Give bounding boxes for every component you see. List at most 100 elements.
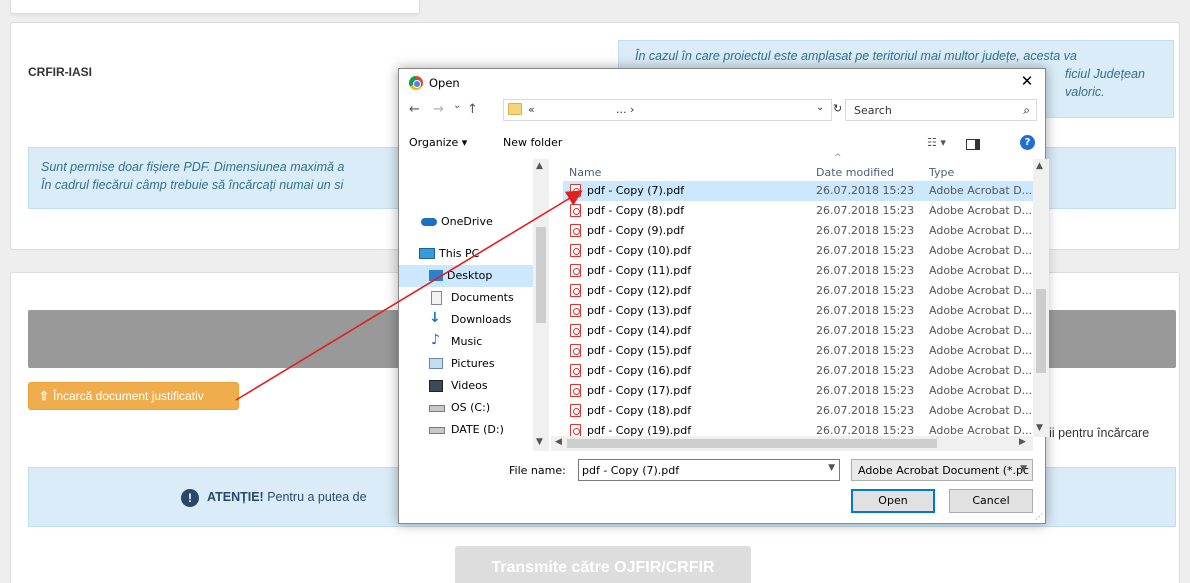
address-dropdown-chevron-icon[interactable]: ⌄ (816, 102, 824, 113)
nav-item-os-c[interactable]: OS (C:) (399, 397, 533, 419)
file-name: pdf - Copy (12).pdf (587, 284, 692, 297)
close-icon[interactable]: ✕ (1017, 72, 1037, 90)
column-header-type[interactable]: Type (929, 159, 954, 181)
help-icon[interactable]: ? (1020, 135, 1035, 150)
documents-icon (431, 291, 442, 305)
dialog-title: Open (429, 76, 460, 90)
resize-grip-icon[interactable]: ⋰ (1035, 512, 1043, 521)
file-type: Adobe Acrobat D... (929, 424, 1033, 436)
nav-item-label: Downloads (451, 313, 512, 326)
file-type: Adobe Acrobat D... (929, 264, 1033, 277)
file-row[interactable]: pdf - Copy (18).pdf 26.07.2018 15:23 Ado… (563, 401, 1033, 421)
file-type-select[interactable]: Adobe Acrobat Document (*.pc ▼ (851, 459, 1033, 481)
file-name: pdf - Copy (8).pdf (587, 204, 685, 217)
file-name: pdf - Copy (14).pdf (587, 324, 692, 337)
address-bar[interactable]: « ... › ⌄ (503, 99, 832, 121)
nav-item-this-pc[interactable]: This PC (399, 243, 533, 265)
scroll-down-chevron-icon[interactable]: ▼ (536, 437, 543, 447)
up-arrow-icon[interactable]: ↑ (467, 102, 478, 117)
file-row[interactable]: pdf - Copy (13).pdf 26.07.2018 15:23 Ado… (563, 301, 1033, 321)
nav-item-label: OneDrive (441, 215, 493, 228)
file-date: 26.07.2018 15:23 (816, 344, 915, 357)
file-type: Adobe Acrobat D... (929, 184, 1033, 197)
pdf-file-icon (570, 264, 581, 277)
file-name: pdf - Copy (13).pdf (587, 304, 692, 317)
file-row[interactable]: pdf - Copy (15).pdf 26.07.2018 15:23 Ado… (563, 341, 1033, 361)
file-type: Adobe Acrobat D... (929, 404, 1033, 417)
scrollbar-thumb[interactable] (536, 227, 546, 323)
nav-pane-scrollbar[interactable]: ▲ ▼ (533, 159, 549, 451)
file-row[interactable]: pdf - Copy (7).pdf 26.07.2018 15:23 Adob… (563, 181, 1033, 201)
file-date: 26.07.2018 15:23 (816, 224, 915, 237)
nav-item-date-d[interactable]: DATE (D:) (399, 419, 533, 441)
file-row[interactable]: pdf - Copy (10).pdf 26.07.2018 15:23 Ado… (563, 241, 1033, 261)
organize-menu[interactable]: Organize ▾ (409, 136, 467, 149)
transmit-button[interactable]: Transmite către OJFIR/CRFIR (455, 546, 751, 583)
pdf-file-icon (570, 184, 581, 197)
nav-item-desktop[interactable]: Desktop (399, 265, 533, 287)
file-row[interactable]: pdf - Copy (11).pdf 26.07.2018 15:23 Ado… (563, 261, 1033, 281)
pictures-icon (429, 358, 443, 369)
file-date: 26.07.2018 15:23 (816, 384, 915, 397)
desktop-icon (429, 270, 443, 281)
pdf-file-icon (570, 344, 581, 357)
search-placeholder: Search (854, 104, 892, 117)
file-list-horizontal-scrollbar[interactable]: ◀ ▶ (551, 436, 1033, 451)
pdf-file-icon (570, 204, 581, 217)
scrollbar-thumb[interactable] (567, 439, 937, 448)
file-row[interactable]: pdf - Copy (17).pdf 26.07.2018 15:23 Ado… (563, 381, 1033, 401)
nav-item-downloads[interactable]: ↓ Downloads (399, 309, 533, 331)
file-date: 26.07.2018 15:23 (816, 404, 915, 417)
cancel-button[interactable]: Cancel (949, 489, 1033, 513)
file-row[interactable]: pdf - Copy (12).pdf 26.07.2018 15:23 Ado… (563, 281, 1033, 301)
search-input[interactable]: Search ⌕ (845, 99, 1037, 121)
drive-icon (429, 405, 445, 412)
upload-document-button[interactable]: ⇧ Încarcă document justificativ (28, 382, 239, 410)
file-name-input[interactable]: pdf - Copy (7).pdf ▼ (578, 459, 840, 481)
file-row[interactable]: pdf - Copy (19).pdf 26.07.2018 15:23 Ado… (563, 421, 1033, 436)
file-row[interactable]: pdf - Copy (8).pdf 26.07.2018 15:23 Adob… (563, 201, 1033, 221)
file-type: Adobe Acrobat D... (929, 204, 1033, 217)
back-arrow-icon[interactable]: ← (409, 102, 420, 117)
file-type-value: Adobe Acrobat Document (*.pc (858, 464, 1030, 477)
file-row[interactable]: pdf - Copy (9).pdf 26.07.2018 15:23 Adob… (563, 221, 1033, 241)
file-name-value: pdf - Copy (7).pdf (582, 464, 680, 477)
scrollbar-thumb[interactable] (1036, 289, 1046, 373)
nav-item-music[interactable]: ♪ Music (399, 331, 533, 353)
open-file-dialog: Open ✕ ← → ⌄ ↑ « ... › ⌄ ↻ Search ⌕ Orga… (398, 68, 1049, 524)
pdf-file-icon (570, 424, 581, 436)
column-header-date[interactable]: Date modified (816, 159, 894, 181)
scroll-up-chevron-icon[interactable]: ▲ (536, 161, 543, 171)
scroll-left-chevron-icon[interactable]: ◀ (555, 437, 562, 447)
column-header-name[interactable]: Name (569, 159, 601, 181)
forward-arrow-icon[interactable]: → (433, 102, 444, 117)
pdf-file-icon (570, 404, 581, 417)
scroll-right-chevron-icon[interactable]: ▶ (1019, 437, 1026, 447)
file-row[interactable]: pdf - Copy (14).pdf 26.07.2018 15:23 Ado… (563, 321, 1033, 341)
scroll-down-chevron-icon[interactable]: ▼ (1036, 423, 1043, 433)
nav-item-label: DATE (D:) (451, 423, 504, 436)
open-button[interactable]: Open (851, 489, 935, 513)
nav-item-label: Documents (451, 291, 514, 304)
file-row[interactable]: pdf - Copy (16).pdf 26.07.2018 15:23 Ado… (563, 361, 1033, 381)
videos-icon (429, 380, 443, 392)
chevron-down-icon[interactable]: ▼ (828, 463, 835, 473)
chrome-icon (409, 76, 423, 90)
refresh-button[interactable]: ↻ (833, 99, 845, 121)
nav-item-onedrive[interactable]: OneDrive (399, 211, 533, 233)
file-list-vertical-scrollbar[interactable]: ▲ ▼ (1033, 159, 1049, 437)
crfir-label: CRFIR-IASI (28, 65, 92, 79)
file-date: 26.07.2018 15:23 (816, 304, 915, 317)
scroll-up-chevron-icon[interactable]: ▲ (1036, 161, 1043, 171)
new-folder-button[interactable]: New folder (503, 136, 562, 149)
nav-item-documents[interactable]: Documents (399, 287, 533, 309)
nav-item-label: Music (451, 335, 483, 348)
preview-pane-icon[interactable] (966, 139, 980, 150)
nav-item-videos[interactable]: Videos (399, 375, 533, 397)
file-date: 26.07.2018 15:23 (816, 244, 915, 257)
file-type: Adobe Acrobat D... (929, 244, 1033, 257)
pdf-file-icon (570, 324, 581, 337)
recent-locations-chevron-icon[interactable]: ⌄ (453, 100, 461, 111)
view-options-icon[interactable]: ☷ ▾ (927, 136, 946, 149)
nav-item-pictures[interactable]: Pictures (399, 353, 533, 375)
